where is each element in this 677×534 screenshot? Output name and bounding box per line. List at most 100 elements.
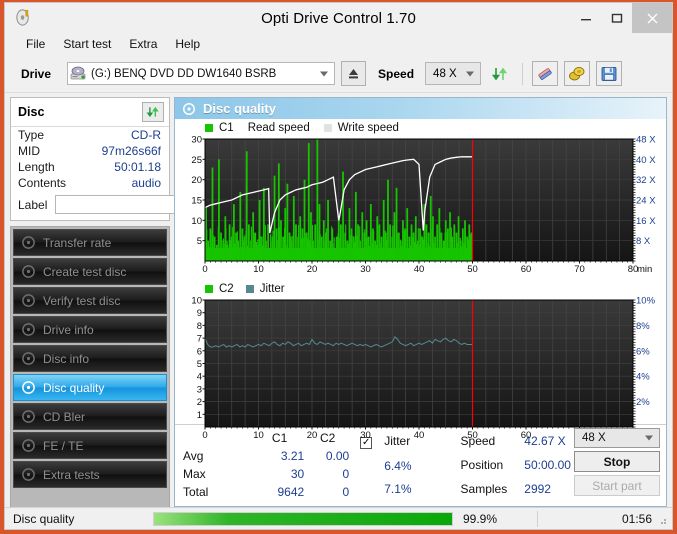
table-row: Avg 3.21 0.00 <box>183 448 349 464</box>
disc-icon <box>22 468 35 481</box>
disc-type-label: Type <box>18 128 45 142</box>
disc-panel-title: Disc <box>18 105 45 119</box>
svg-text:min: min <box>637 264 652 275</box>
disc-label-row: Label <box>11 191 260 220</box>
row-label-max: Max <box>183 467 206 481</box>
svg-text:30: 30 <box>360 264 371 275</box>
jitter-avg-value: 6.4% <box>384 458 412 473</box>
disc-icon <box>22 439 35 452</box>
sidebar-item-disc-info[interactable]: Disc info <box>13 345 167 372</box>
avg-c1-value: 3.21 <box>280 449 305 463</box>
svg-text:50: 50 <box>467 430 478 441</box>
toolbar-separator <box>522 62 524 85</box>
sidebar-item-label: CD Bler <box>43 409 86 424</box>
status-label: Disc quality <box>13 511 75 526</box>
legend-swatch-c1 <box>205 123 213 132</box>
svg-text:8%: 8% <box>636 321 650 332</box>
maximize-button[interactable] <box>601 3 632 33</box>
chevron-down-icon <box>644 435 653 441</box>
eraser-icon <box>538 67 552 80</box>
legend-label-write-speed: Write speed <box>337 121 399 134</box>
c2-jitter-chart-svg: 123456789102%4%6%8%10%01020304050607080m… <box>191 296 655 442</box>
sidebar-item-create-test-disc[interactable]: Create test disc <box>13 258 167 285</box>
sidebar-item-label: Create test disc <box>43 264 127 279</box>
svg-text:8: 8 <box>197 321 202 332</box>
minimize-button[interactable] <box>570 3 601 33</box>
svg-text:10: 10 <box>191 296 202 307</box>
disc-icon <box>22 410 35 423</box>
svg-text:70: 70 <box>574 264 585 275</box>
close-button[interactable] <box>632 3 672 33</box>
speed-label: Speed <box>378 66 415 81</box>
svg-text:7: 7 <box>197 334 202 345</box>
svg-text:1: 1 <box>197 410 202 421</box>
sidebar-item-verify-test-disc[interactable]: Verify test disc <box>13 287 167 314</box>
close-icon <box>647 13 657 23</box>
disc-mid-label: MID <box>18 144 40 158</box>
disc-refresh-button[interactable] <box>142 102 164 122</box>
app-window: Opti Drive Control 1.70 File Start test … <box>4 2 673 530</box>
svg-text:40: 40 <box>414 430 425 441</box>
sidebar-item-fe-te[interactable]: FE / TE <box>13 432 167 459</box>
svg-text:4: 4 <box>197 372 202 383</box>
c2-jitter-chart: 123456789102%4%6%8%10%01020304050607080m… <box>179 295 662 446</box>
refresh-button[interactable] <box>487 61 513 86</box>
sidebar-item-cd-bler[interactable]: CD Bler <box>13 403 167 430</box>
disc-icon <box>22 323 35 336</box>
menu-start-test[interactable]: Start test <box>54 35 120 53</box>
erase-button[interactable] <box>532 61 559 86</box>
svg-text:0: 0 <box>202 430 207 441</box>
avg-c2-value: 0.00 <box>325 449 350 463</box>
svg-text:2%: 2% <box>636 397 650 408</box>
svg-text:60: 60 <box>521 430 532 441</box>
eject-icon <box>349 69 359 79</box>
disc-panel-header: Disc <box>11 98 169 127</box>
drive-select[interactable]: (G:) BENQ DVD DD DW1640 BSRB <box>67 62 336 85</box>
save-button[interactable] <box>596 61 623 86</box>
speed-select[interactable]: 48 X <box>425 62 482 85</box>
sidebar-item-disc-quality[interactable]: Disc quality <box>13 374 167 401</box>
position-value: 50:00.00 <box>524 458 571 472</box>
table-row: Samples 2992 <box>460 478 572 500</box>
left-sidebar: Disc Type CD-R MID 97m26s66f Length 50:0… <box>10 97 260 529</box>
test-nav-list: Transfer rate Create test disc Verify te… <box>10 226 170 509</box>
refresh-arrows-icon <box>491 67 508 80</box>
resize-grip-icon[interactable] <box>657 515 667 525</box>
row-label-avg: Avg <box>183 449 204 463</box>
disc-contents-value: audio <box>131 176 161 190</box>
max-c2-value: 0 <box>342 467 350 481</box>
test-speed-value: 48 X <box>581 432 606 444</box>
c1-chart-svg: 5 10 15 20 25 30 8 X 16 X 24 X 32 X 40 X 48 X 0 10 20 3… <box>191 135 656 276</box>
disc-contents-label: Contents <box>18 176 67 190</box>
toolbar: Drive (G:) BENQ DVD DD DW1640 BSRB Speed… <box>5 55 672 93</box>
legend-label-c2: C2 <box>219 282 234 295</box>
menu-help[interactable]: Help <box>166 35 209 53</box>
svg-text:6%: 6% <box>636 346 650 357</box>
sidebar-item-transfer-rate[interactable]: Transfer rate <box>13 229 167 256</box>
svg-text:48 X: 48 X <box>636 135 656 146</box>
svg-text:5: 5 <box>197 236 202 247</box>
speed-value: 48 X <box>433 67 457 80</box>
menu-extra[interactable]: Extra <box>120 35 166 53</box>
test-speed-select[interactable]: 48 X <box>573 428 660 448</box>
drive-label: Drive <box>21 66 52 81</box>
svg-text:10: 10 <box>253 430 264 441</box>
samples-key: Samples <box>460 482 508 496</box>
sidebar-item-label: Disc info <box>43 351 90 366</box>
svg-text:30: 30 <box>191 135 202 146</box>
menu-file[interactable]: File <box>17 35 54 53</box>
svg-text:6: 6 <box>197 346 202 357</box>
eject-button[interactable] <box>341 61 367 86</box>
disc-length-label: Length <box>18 160 55 174</box>
sidebar-item-extra-tests[interactable]: Extra tests <box>13 461 167 488</box>
c1-chart: 5 10 15 20 25 30 8 X 16 X 24 X 32 X 40 X 48 X 0 10 20 3… <box>179 134 662 280</box>
app-disc-icon <box>16 9 29 26</box>
disc-length-value: 50:01.18 <box>114 160 161 174</box>
sidebar-item-label: Extra tests <box>43 467 100 482</box>
c1-chart-legend: C1 Read speed Write speed <box>179 121 662 134</box>
sidebar-item-drive-info[interactable]: Drive info <box>13 316 167 343</box>
table-row: Total 9642 0 <box>183 484 349 500</box>
stop-button[interactable]: Stop <box>573 451 660 472</box>
disc-icon <box>22 236 35 249</box>
coins-button[interactable] <box>564 61 591 86</box>
